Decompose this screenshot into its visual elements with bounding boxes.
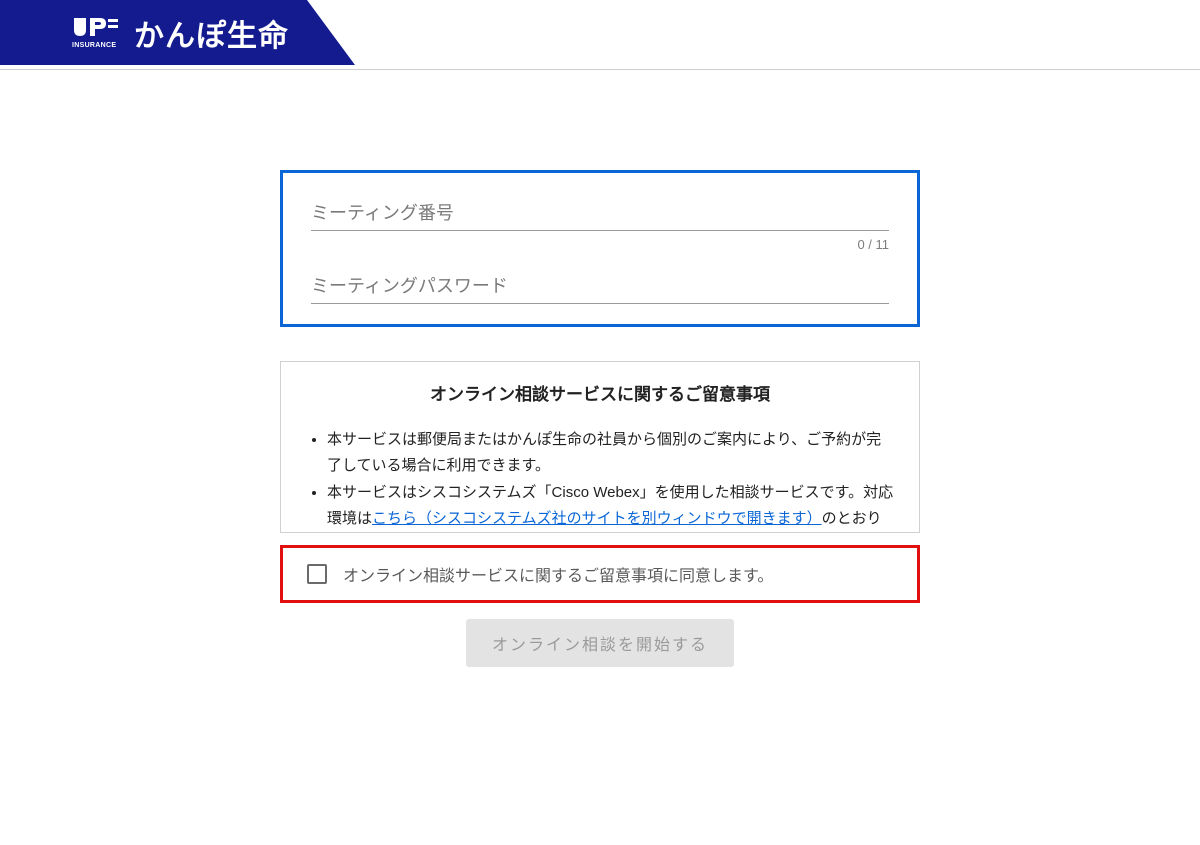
meeting-number-field: 0 / 11 — [311, 193, 889, 252]
header-white-bg — [355, 0, 1200, 65]
notice-list: 本サービスは郵便局またはかんぽ生命の社員から個別のご案内により、ご予約が完了して… — [327, 427, 895, 533]
notice-item: 本サービスは郵便局またはかんぽ生命の社員から個別のご案内により、ご予約が完了して… — [327, 427, 895, 478]
jp-insurance-mark: INSURANCE — [72, 16, 120, 49]
notice-box: オンライン相談サービスに関するご留意事項 本サービスは郵便局またはかんぽ生命の社… — [280, 361, 920, 533]
meeting-password-input[interactable] — [311, 266, 889, 304]
header-divider — [0, 65, 1200, 70]
notice-item: 本サービスはシスコシステムズ「Cisco Webex」を使用した相談サービスです… — [327, 480, 895, 533]
main-container: 0 / 11 オンライン相談サービスに関するご留意事項 本サービスは郵便局または… — [280, 170, 920, 667]
inputs-box: 0 / 11 — [280, 170, 920, 327]
meeting-password-field — [311, 266, 889, 304]
meeting-number-input[interactable] — [311, 193, 889, 231]
start-consultation-button[interactable]: オンライン相談を開始する — [466, 619, 734, 667]
notice-title: オンライン相談サービスに関するご留意事項 — [305, 380, 895, 405]
meeting-number-counter: 0 / 11 — [311, 237, 889, 252]
header: INSURANCE かんぽ生命 — [0, 0, 1200, 65]
consent-checkbox[interactable] — [307, 564, 327, 584]
brand-logo: INSURANCE かんぽ生命 — [72, 11, 289, 55]
jp-logo-icon — [72, 16, 120, 40]
consent-label: オンライン相談サービスに関するご留意事項に同意します。 — [343, 562, 773, 586]
consent-box: オンライン相談サービスに関するご留意事項に同意します。 — [280, 545, 920, 603]
jp-sub-text: INSURANCE — [72, 42, 120, 49]
cisco-env-link[interactable]: こちら（シスコシステムズ社のサイトを別ウィンドウで開きます） — [372, 510, 822, 527]
brand-name: かんぽ生命 — [134, 11, 289, 55]
